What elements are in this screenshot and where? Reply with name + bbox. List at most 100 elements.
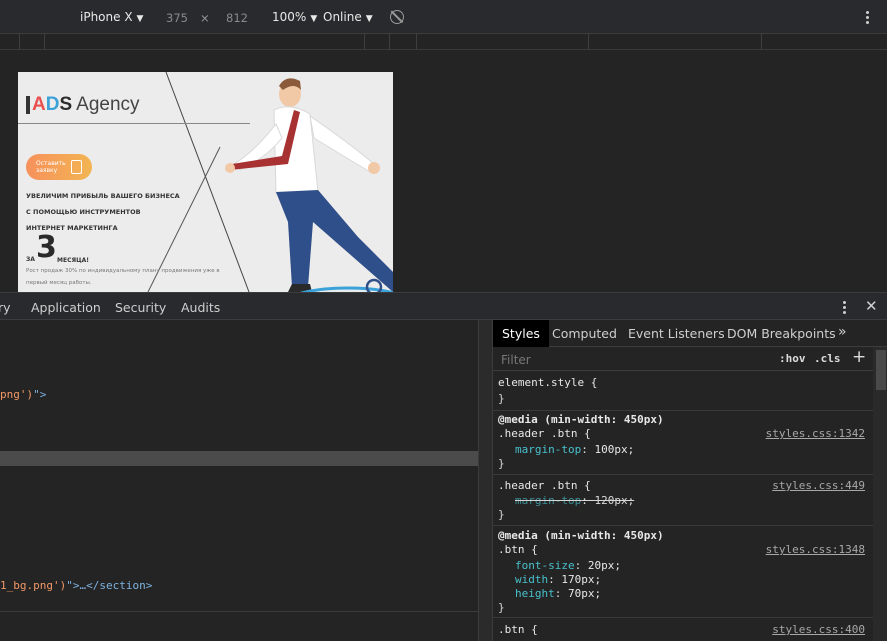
rule-source-link[interactable]: styles.css:1348 xyxy=(766,543,865,556)
device-viewport: ADS Agency Оставить заявку УВЕЛИЧИМ ПРИБЫ… xyxy=(0,50,887,292)
css-declaration[interactable]: margin-top: 100px; xyxy=(515,443,634,456)
css-declaration-overridden[interactable]: margin-top: 120px; xyxy=(515,494,634,507)
css-declaration[interactable]: font-size: 20px; xyxy=(515,559,621,572)
new-rule-icon[interactable]: + xyxy=(852,347,866,367)
tab-event-listeners[interactable]: Event Listeners xyxy=(628,326,725,341)
rule-close: } xyxy=(498,392,505,405)
rule-close: } xyxy=(498,457,505,470)
logo-agency-text: Agency xyxy=(76,94,140,115)
note-line-1: Рост продаж 30% по индивидуальному плану… xyxy=(26,268,220,274)
css-property: margin-top xyxy=(515,494,582,507)
note-line-2: первый месяц работы. xyxy=(26,280,92,286)
headline-line-2: С ПОМОЩЬЮ ИНСТРУМЕНТОВ xyxy=(26,208,141,216)
tab-audits[interactable]: Audits xyxy=(181,300,220,315)
rule-selector: .header .btn { xyxy=(498,427,591,440)
style-rule[interactable]: .header .btn { styles.css:449 margin-top… xyxy=(493,475,873,526)
height-input[interactable]: 812 xyxy=(226,11,248,25)
media-query: @media (min-width: 450px) xyxy=(498,529,664,542)
rotate-icon[interactable] xyxy=(390,10,404,24)
cta-label-line2: заявку xyxy=(36,167,58,174)
emulated-page[interactable]: ADS Agency Оставить заявку УВЕЛИЧИМ ПРИБЫ… xyxy=(18,72,393,292)
dom-line[interactable]: png')"> xyxy=(0,388,46,401)
styles-scrollbar[interactable] xyxy=(873,347,887,641)
clipboard-icon xyxy=(71,160,82,174)
css-property: font-size xyxy=(515,559,575,572)
tag-end: ">…</section> xyxy=(66,579,153,592)
tab-security[interactable]: Security xyxy=(115,300,166,315)
times-icon: × xyxy=(200,11,210,25)
months-label: МЕСЯЦА! xyxy=(57,257,90,264)
rule-selector: .btn { xyxy=(498,543,538,556)
headline-line-1: УВЕЛИЧИМ ПРИБЫЛЬ ВАШЕГО БИЗНЕСА xyxy=(26,192,180,200)
rule-source-link[interactable]: styles.css:449 xyxy=(772,479,865,492)
styles-sidebar: Styles Computed Event Listeners DOM Brea… xyxy=(492,320,887,641)
devtools-menu-icon[interactable] xyxy=(843,301,846,316)
elements-panel[interactable]: png')"> 1_bg.png')">…</section> xyxy=(0,320,478,641)
divider-line xyxy=(18,123,250,124)
selected-dom-row[interactable] xyxy=(0,451,478,466)
hover-state-toggle[interactable]: :hov xyxy=(779,352,806,365)
tab-styles[interactable]: Styles xyxy=(493,320,549,347)
devtools-tabbar: ry Application Security Audits ✕ xyxy=(0,292,887,320)
style-rule[interactable]: @media (min-width: 450px) .header .btn {… xyxy=(493,411,873,475)
device-select[interactable]: iPhone X ▼ xyxy=(80,10,143,24)
tag-end: "> xyxy=(33,388,47,401)
tab-memory[interactable]: ry xyxy=(0,300,11,315)
chevron-down-icon: ▼ xyxy=(310,14,318,24)
rule-source-link[interactable]: styles.css:400 xyxy=(772,623,865,636)
tab-application[interactable]: Application xyxy=(31,300,101,315)
logo-letter-a: A xyxy=(32,94,46,115)
class-toggle[interactable]: .cls xyxy=(814,352,841,365)
logo-bar xyxy=(26,96,30,114)
zoom-select[interactable]: 100% ▼ xyxy=(272,10,317,24)
tab-computed[interactable]: Computed xyxy=(552,326,617,341)
network-value: Online xyxy=(323,10,362,24)
scrollbar-thumb[interactable] xyxy=(876,350,886,390)
filter-input[interactable]: Filter xyxy=(501,353,531,367)
attr-value: png') xyxy=(0,388,34,401)
styles-filter: Filter :hov .cls + xyxy=(493,347,873,371)
more-tabs-icon[interactable]: » xyxy=(838,324,847,340)
element-style-rule[interactable]: element.style { } xyxy=(493,371,873,411)
chevron-down-icon: ▼ xyxy=(136,14,144,24)
network-select[interactable]: Online ▼ xyxy=(323,10,373,24)
css-value: 100px; xyxy=(594,443,635,456)
za-label: ЗА xyxy=(26,256,35,263)
cta-label-line1: Оставить xyxy=(36,160,66,167)
dom-line[interactable]: 1_bg.png')">…</section> xyxy=(0,579,152,592)
big-number: 3 xyxy=(36,230,57,265)
rule-source-link[interactable]: styles.css:1342 xyxy=(766,427,865,440)
rule-close: } xyxy=(498,601,505,614)
css-property: height xyxy=(515,587,555,600)
css-value: 120px; xyxy=(594,494,635,507)
breadcrumb-bar xyxy=(0,611,478,641)
chevron-down-icon: ▼ xyxy=(365,14,373,24)
rule-selector: element.style { xyxy=(498,376,598,389)
sidebar-tabs: Styles Computed Event Listeners DOM Brea… xyxy=(493,320,887,347)
css-property: margin-top xyxy=(515,443,582,456)
rule-selector: .header .btn { xyxy=(498,479,591,492)
media-query-ruler[interactable] xyxy=(0,34,887,50)
close-icon[interactable]: ✕ xyxy=(865,297,878,315)
width-input[interactable]: 375 xyxy=(166,11,188,25)
device-name: iPhone X xyxy=(80,10,133,24)
device-toolbar: iPhone X ▼ 375 × 812 100% ▼ Online ▼ xyxy=(0,0,887,34)
more-options-icon[interactable] xyxy=(866,11,869,25)
rule-selector: .btn { xyxy=(498,623,538,636)
leave-request-button[interactable]: Оставить заявку xyxy=(26,154,92,180)
css-value: 20px; xyxy=(587,559,621,572)
css-property: width xyxy=(515,573,549,586)
pane-splitter[interactable] xyxy=(478,320,492,641)
media-query: @media (min-width: 450px) xyxy=(498,413,664,426)
attr-value: 1_bg.png') xyxy=(0,579,67,592)
ads-agency-logo[interactable]: ADS Agency xyxy=(32,94,140,116)
css-declaration[interactable]: height: 70px; xyxy=(515,587,601,600)
css-value: 70px; xyxy=(568,587,602,600)
css-declaration[interactable]: width: 170px; xyxy=(515,573,601,586)
style-rule[interactable]: @media (min-width: 450px) .btn { styles.… xyxy=(493,526,873,618)
style-rule[interactable]: .btn { styles.css:400 xyxy=(493,618,873,641)
rule-close: } xyxy=(498,508,505,521)
logo-letter-d: D xyxy=(45,94,60,115)
zoom-value: 100% xyxy=(272,10,307,24)
tab-dom-breakpoints[interactable]: DOM Breakpoints xyxy=(727,326,836,341)
